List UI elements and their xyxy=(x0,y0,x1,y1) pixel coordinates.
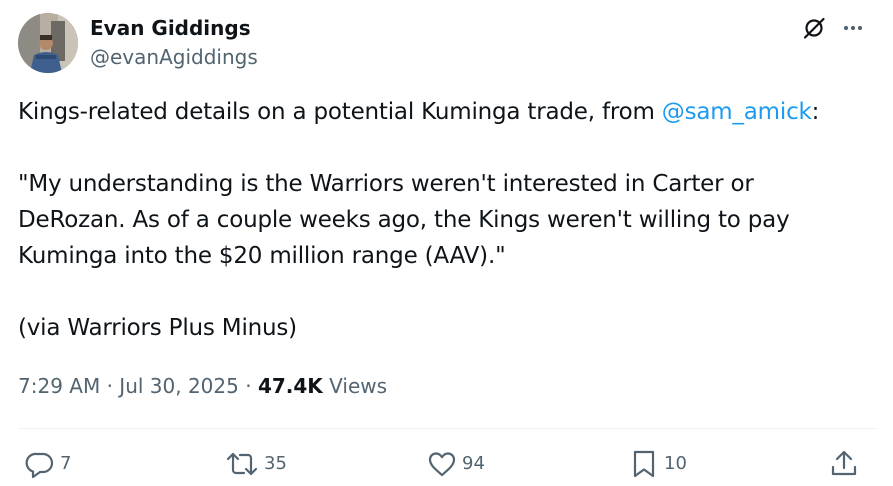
tweet-text: Kings-related details on a potential Kum… xyxy=(18,94,878,346)
like-button[interactable]: 94 xyxy=(426,448,485,480)
reply-button[interactable]: 7 xyxy=(24,448,71,480)
bookmark-count: 10 xyxy=(664,453,687,474)
quote-line: Kuminga into the $20 million range (AAV)… xyxy=(18,243,506,269)
quote-line: DeRozan. As of a couple weeks ago, the K… xyxy=(18,207,790,233)
tweet-intro-colon: : xyxy=(811,99,820,125)
avatar[interactable] xyxy=(18,13,78,73)
meta-separator: · xyxy=(106,374,113,398)
reply-count: 7 xyxy=(60,453,72,474)
tweet-intro-line: Kings-related details on a potential Kum… xyxy=(18,94,878,130)
reply-icon xyxy=(24,448,56,480)
mention-link[interactable]: @sam_amick xyxy=(662,99,812,125)
share-icon xyxy=(828,448,860,480)
quote-line: "My understanding is the Warriors weren'… xyxy=(18,171,754,197)
tweet-time[interactable]: 7:29 AM xyxy=(18,374,100,398)
divider xyxy=(18,428,876,429)
like-count: 94 xyxy=(462,453,485,474)
tweet-source: (via Warriors Plus Minus) xyxy=(18,315,297,341)
grok-icon[interactable] xyxy=(800,14,828,42)
bookmark-icon xyxy=(628,448,660,480)
repost-icon xyxy=(224,448,260,480)
repost-button[interactable]: 35 xyxy=(224,448,287,480)
author-name[interactable]: Evan Giddings xyxy=(90,15,251,41)
views-count: 47.4K xyxy=(257,374,323,398)
like-icon xyxy=(426,448,458,480)
tweet-intro-text: Kings-related details on a potential Kum… xyxy=(18,99,662,125)
tweet: Evan Giddings @evanAgiddings Kings-relat… xyxy=(0,0,893,486)
repost-count: 35 xyxy=(264,453,287,474)
author-handle[interactable]: @evanAgiddings xyxy=(90,44,258,70)
tweet-date[interactable]: Jul 30, 2025 xyxy=(119,374,239,398)
share-button[interactable] xyxy=(828,448,860,480)
tweet-meta: 7:29 AM · Jul 30, 2025 · 47.4K Views xyxy=(18,372,387,400)
views-label: Views xyxy=(329,374,388,398)
more-icon[interactable] xyxy=(838,14,868,42)
meta-separator: · xyxy=(245,374,252,398)
bookmark-button[interactable]: 10 xyxy=(628,448,687,480)
